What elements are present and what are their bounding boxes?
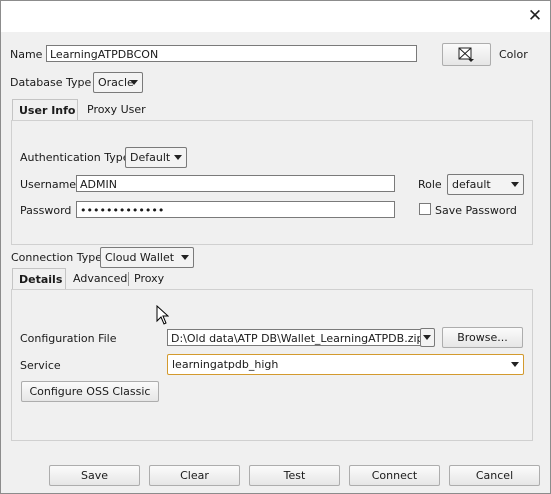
connection-type-select[interactable]: Cloud Wallet [100,247,194,268]
config-file-input[interactable]: D:\Old data\ATP DB\Wallet_LearningATPDB.… [167,329,421,346]
configure-oss-button[interactable]: Configure OSS Classic [21,381,159,402]
connection-dialog: ✕ Name LearningATPDBCON Color Database T… [0,0,551,494]
tab-details-label: Details [19,273,63,286]
browse-button[interactable]: Browse... [442,327,523,348]
chevron-down-icon [181,255,189,260]
test-button[interactable]: Test [249,465,340,486]
chevron-down-icon [423,335,431,340]
tab-user-info-label: User Info [19,104,76,117]
auth-type-value: Default [130,151,171,164]
tab-advanced[interactable]: Advanced [67,268,133,290]
connect-button[interactable]: Connect [349,465,440,486]
auth-type-select[interactable]: Default [125,147,187,168]
mouse-cursor-icon [156,305,169,325]
database-type-value: Oracle [98,76,134,89]
save-password-label: Save Password [435,204,517,217]
chevron-down-icon [511,182,519,187]
service-value: learningatpdb_high [172,358,279,371]
database-type-select[interactable]: Oracle [93,72,143,93]
chevron-down-icon [130,80,138,85]
config-file-dropdown[interactable] [420,328,435,347]
chevron-down-icon [511,362,519,367]
cancel-button[interactable]: Cancel [449,465,540,486]
password-input[interactable]: ••••••••••••• [76,201,395,218]
database-type-label: Database Type [10,76,92,89]
password-label: Password [20,204,72,217]
role-value: default [452,178,491,191]
clear-button[interactable]: Clear [149,465,240,486]
name-input[interactable]: LearningATPDBCON [46,45,417,62]
color-label: Color [499,48,528,61]
service-label: Service [20,359,61,372]
role-label: Role [418,178,442,191]
auth-type-label: Authentication Type [20,151,130,164]
tab-advanced-label: Advanced [73,272,128,285]
tab-proxy-user-label: Proxy User [87,103,146,116]
save-button[interactable]: Save [49,465,140,486]
close-icon[interactable]: ✕ [521,3,549,29]
connection-type-label: Connection Type [11,251,103,264]
tab-proxy-user[interactable]: Proxy User [81,99,152,121]
chevron-down-icon [174,155,182,160]
config-file-label: Configuration File [20,332,117,345]
save-password-checkbox[interactable] [419,203,431,215]
role-select[interactable]: default [447,174,524,195]
color-swatch-icon [458,47,474,62]
title-bar: ✕ [1,1,550,32]
tab-proxy-label: Proxy [134,272,165,285]
tab-proxy[interactable]: Proxy [128,268,170,290]
name-label: Name [10,48,43,61]
service-select[interactable]: learningatpdb_high [167,354,524,375]
username-input[interactable]: ADMIN [76,175,395,192]
tab-details[interactable]: Details [12,268,66,290]
username-label: Username [20,178,77,191]
color-button[interactable] [442,43,491,66]
connection-type-value: Cloud Wallet [105,251,175,264]
tab-user-info[interactable]: User Info [12,99,78,121]
